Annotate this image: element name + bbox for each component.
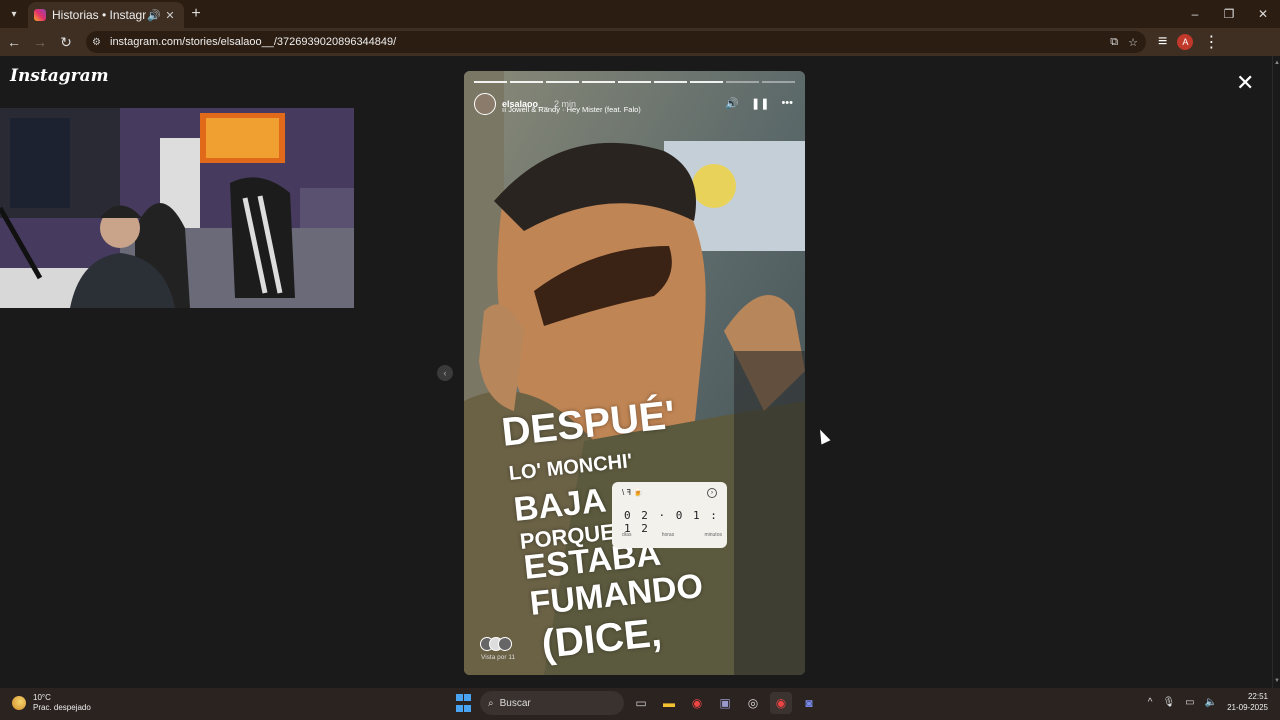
streamer-webcam-overlay xyxy=(0,108,354,308)
window-controls: – ❐ ✕ xyxy=(1178,0,1280,28)
taskbar-apps: ⌕ Buscar ▭ ▬ ◉ ▣ ◎ ◉ ◙ xyxy=(452,691,820,715)
scroll-up-icon[interactable]: ▲ xyxy=(1274,60,1280,66)
search-icon: ⌕ xyxy=(488,697,494,709)
webcam-image xyxy=(0,108,354,308)
search-placeholder: Buscar xyxy=(499,697,531,709)
task-view-icon[interactable]: ▭ xyxy=(630,692,652,714)
viewers-count[interactable]: Vista por 11 xyxy=(481,654,515,661)
tab-instagram[interactable]: Historias • Instagram 🔊 ✕ xyxy=(28,2,184,28)
menu-kebab-icon[interactable]: ⋮ xyxy=(1203,32,1219,52)
speaker-icon[interactable]: 🔊 xyxy=(146,9,162,22)
windows-taskbar: 10°C Prac. despejado ⌕ Buscar ▭ ▬ ◉ ▣ ◎ … xyxy=(0,688,1280,720)
story-card[interactable]: elsalaoo__ 2 min ıı Jowell & Randy · Hey… xyxy=(464,71,805,675)
network-icon[interactable]: ▭ xyxy=(1185,697,1194,708)
countdown-sticker[interactable]: \ ꟻ 🍺 › 0 2 · 0 1 : 1 2 días horas minut… xyxy=(612,482,727,548)
tab-strip: ▾ Historias • Instagram 🔊 ✕ + – ❐ ✕ xyxy=(0,0,1280,28)
media-controls-icon[interactable]: ≡ xyxy=(1158,33,1167,51)
weather-condition: Prac. despejado xyxy=(33,703,91,712)
page-scrollbar[interactable]: ▲ ▼ xyxy=(1272,56,1280,688)
user-avatar[interactable] xyxy=(474,93,496,115)
volume-tray-icon[interactable]: 🔈 xyxy=(1205,697,1217,708)
install-app-icon[interactable]: ⧉ xyxy=(1110,36,1118,49)
countdown-title: \ ꟻ 🍺 xyxy=(622,488,644,497)
instagram-story-viewer: Instagram ✕ ‹ elsalaoo__ 2 min ıı Jowell… xyxy=(0,56,1272,688)
pause-icon[interactable]: ❚❚ xyxy=(751,97,769,110)
countdown-reminder-icon[interactable]: › xyxy=(707,488,717,498)
instagram-favicon-icon xyxy=(34,9,46,21)
bookmark-star-icon[interactable]: ☆ xyxy=(1128,36,1138,49)
tab-search-icon[interactable]: ▾ xyxy=(0,0,28,28)
new-tab-button[interactable]: + xyxy=(184,5,208,23)
minimize-icon[interactable]: – xyxy=(1178,0,1212,28)
forward-icon[interactable]: → xyxy=(28,34,52,50)
more-options-icon[interactable]: ••• xyxy=(781,97,793,110)
clock-date: 21-09-2025 xyxy=(1227,703,1268,712)
microphone-icon[interactable]: 🎙 xyxy=(1162,697,1175,708)
chrome-icon[interactable]: ◉ xyxy=(686,692,708,714)
address-bar[interactable]: ⚙ instagram.com/stories/elsalaoo__/37269… xyxy=(86,31,1146,53)
unit-hours: horas xyxy=(661,532,675,538)
mouse-cursor-icon xyxy=(815,427,831,445)
weather-moon-icon xyxy=(12,696,26,710)
weather-widget[interactable]: 10°C Prac. despejado xyxy=(12,693,91,713)
windows-start-icon[interactable] xyxy=(452,692,474,714)
story-controls: 🔊 ❚❚ ••• xyxy=(725,97,793,110)
profile-avatar[interactable]: A xyxy=(1177,34,1194,50)
tab-title: Historias • Instagram xyxy=(52,8,146,22)
url-text: instagram.com/stories/elsalaoo__/3726939… xyxy=(110,36,397,48)
close-story-icon[interactable]: ✕ xyxy=(1236,72,1254,94)
countdown-units: días horas minutos xyxy=(622,532,722,538)
music-label: Jowell & Randy · Hey Mister (feat. Falo) xyxy=(508,105,641,114)
instagram-logo[interactable]: Instagram xyxy=(10,66,109,86)
weather-temp: 10°C xyxy=(33,693,51,702)
site-info-icon[interactable]: ⚙ xyxy=(92,37,106,48)
taskbar-search[interactable]: ⌕ Buscar xyxy=(480,691,624,715)
clock[interactable]: 22:51 21-09-2025 xyxy=(1227,691,1268,713)
scroll-down-icon[interactable]: ▼ xyxy=(1274,678,1280,684)
discord-icon[interactable]: ◙ xyxy=(798,692,820,714)
story-music[interactable]: ıı Jowell & Randy · Hey Mister (feat. Fa… xyxy=(502,105,641,114)
back-icon[interactable]: ← xyxy=(2,34,26,50)
volume-icon[interactable]: 🔊 xyxy=(725,97,739,110)
viewer-avatars[interactable] xyxy=(480,637,512,651)
file-explorer-icon[interactable]: ▬ xyxy=(658,692,680,714)
system-tray: ^ 🎙 ▭ 🔈 22:51 21-09-2025 xyxy=(1148,691,1268,713)
clock-time: 22:51 xyxy=(1247,692,1268,701)
tray-chevron-icon[interactable]: ^ xyxy=(1148,697,1153,708)
app-icon[interactable]: ▣ xyxy=(714,692,736,714)
restore-icon[interactable]: ❐ xyxy=(1212,0,1246,28)
update-app-icon[interactable]: ◎ xyxy=(742,692,764,714)
previous-story-button[interactable]: ‹ xyxy=(437,365,453,381)
unit-minutes: minutos xyxy=(704,532,722,538)
story-progress xyxy=(474,81,795,83)
unit-days: días xyxy=(622,532,632,538)
reload-icon[interactable]: ↻ xyxy=(54,34,78,51)
address-toolbar: ← → ↻ ⚙ instagram.com/stories/elsalaoo__… xyxy=(0,28,1280,56)
close-tab-icon[interactable]: ✕ xyxy=(162,9,178,22)
chrome-active-icon[interactable]: ◉ xyxy=(770,692,792,714)
close-window-icon[interactable]: ✕ xyxy=(1246,0,1280,28)
